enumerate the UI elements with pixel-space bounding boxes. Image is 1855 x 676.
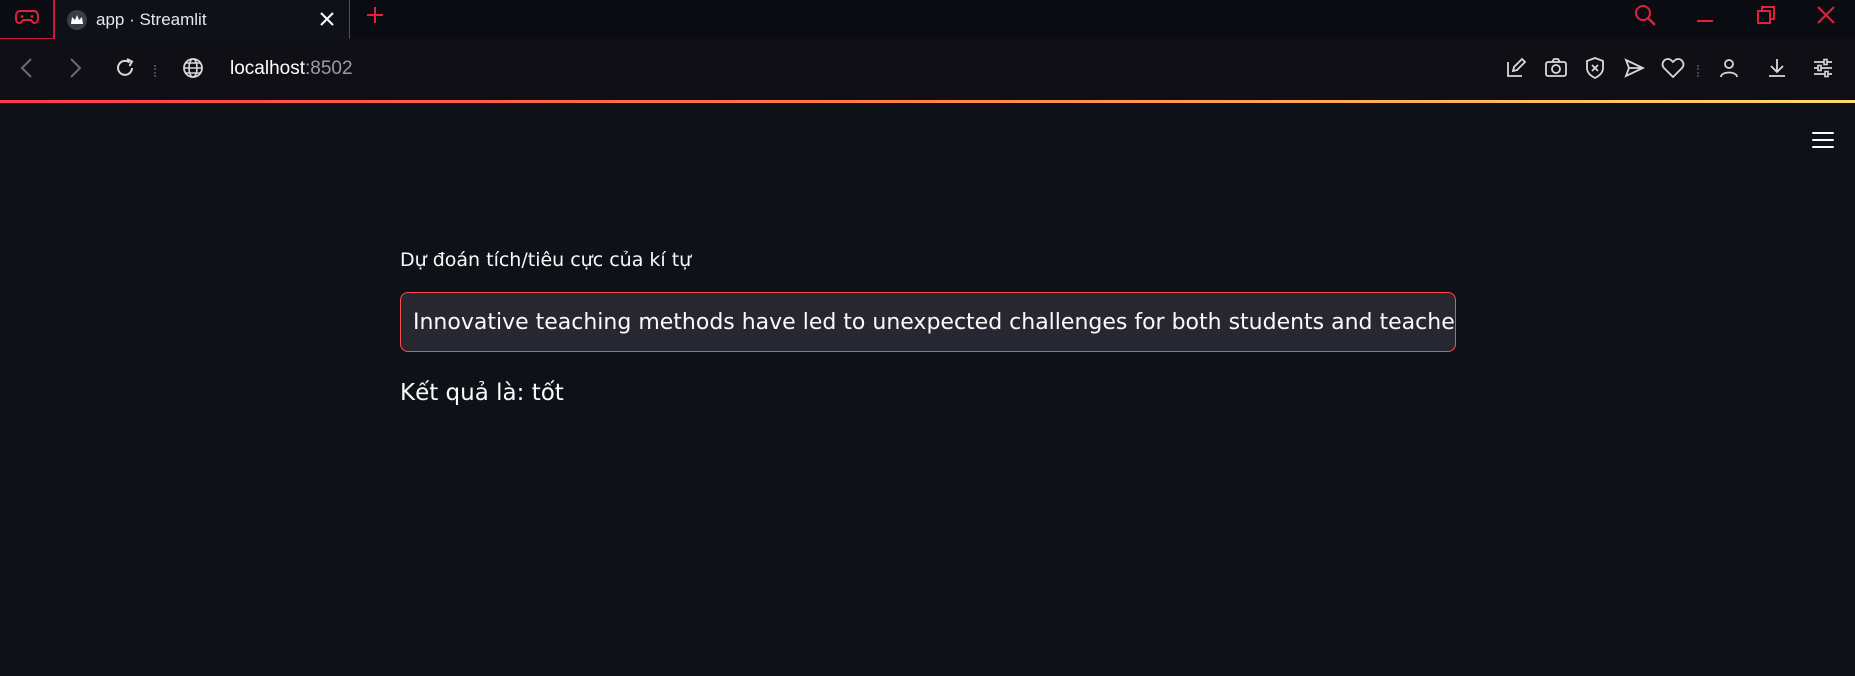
menu-icon-bar	[1812, 146, 1834, 148]
globe-icon	[182, 57, 204, 84]
menu-icon-bar	[1812, 132, 1834, 134]
main-menu-button[interactable]	[1806, 125, 1840, 155]
address-field[interactable]: localhost:8502	[230, 58, 353, 80]
plus-icon	[365, 5, 385, 30]
ad-blocker-button[interactable]	[1580, 55, 1610, 85]
tab-app-streamlit[interactable]: app · Streamlit	[54, 0, 350, 40]
site-info-button[interactable]	[178, 55, 208, 85]
screenshot-button[interactable]	[1541, 55, 1571, 85]
restore-button[interactable]	[1751, 2, 1781, 32]
restore-icon	[1756, 5, 1776, 30]
snapshot-button[interactable]	[1501, 55, 1531, 85]
shield-icon	[1584, 56, 1606, 85]
tab-title: app · Streamlit	[96, 10, 207, 29]
chevron-left-icon	[18, 57, 36, 84]
prediction-result: Kết quả là: tốt	[400, 380, 564, 406]
download-icon	[1766, 57, 1788, 84]
streamlit-crown-icon	[67, 10, 87, 30]
bookmark-button[interactable]	[1658, 55, 1688, 85]
heart-icon	[1661, 57, 1685, 84]
profile-button[interactable]	[1714, 55, 1744, 85]
chevron-right-icon	[66, 57, 84, 84]
menu-icon-bar	[1812, 139, 1834, 141]
forward-button[interactable]	[60, 55, 90, 85]
app-main: Dự đoán tích/tiêu cực của kí tự Innovati…	[0, 103, 1855, 676]
url-port: :8502	[305, 58, 353, 79]
url-host: localhost	[230, 58, 305, 79]
gamepad-icon	[14, 8, 39, 31]
minimize-button[interactable]	[1690, 2, 1720, 32]
gx-corner-button[interactable]	[0, 0, 54, 39]
close-window-button[interactable]	[1811, 2, 1841, 32]
tab-strip: app · Streamlit	[0, 0, 1855, 40]
reload-button[interactable]	[110, 55, 140, 85]
search-tabs-button[interactable]	[1630, 2, 1660, 32]
divider	[154, 65, 156, 77]
close-icon[interactable]	[317, 9, 337, 29]
divider	[1697, 65, 1699, 77]
send-icon	[1623, 57, 1646, 84]
sentiment-text-input[interactable]: Innovative teaching methods have led to …	[400, 292, 1456, 352]
search-icon	[1633, 3, 1657, 32]
new-tab-button[interactable]	[360, 2, 390, 32]
close-window-icon	[1816, 5, 1836, 30]
minimize-icon	[1695, 5, 1715, 30]
reload-icon	[114, 57, 136, 84]
easy-setup-button[interactable]	[1808, 55, 1838, 85]
text-input-label: Dự đoán tích/tiêu cực của kí tự	[400, 249, 692, 271]
snapshot-edit-icon	[1505, 57, 1527, 84]
downloads-button[interactable]	[1762, 55, 1792, 85]
profile-icon	[1719, 57, 1739, 84]
settings-sliders-icon	[1812, 57, 1834, 84]
navigation-bar: localhost:8502	[0, 39, 1855, 101]
back-button[interactable]	[12, 55, 42, 85]
camera-icon	[1544, 57, 1568, 84]
send-button[interactable]	[1619, 55, 1649, 85]
